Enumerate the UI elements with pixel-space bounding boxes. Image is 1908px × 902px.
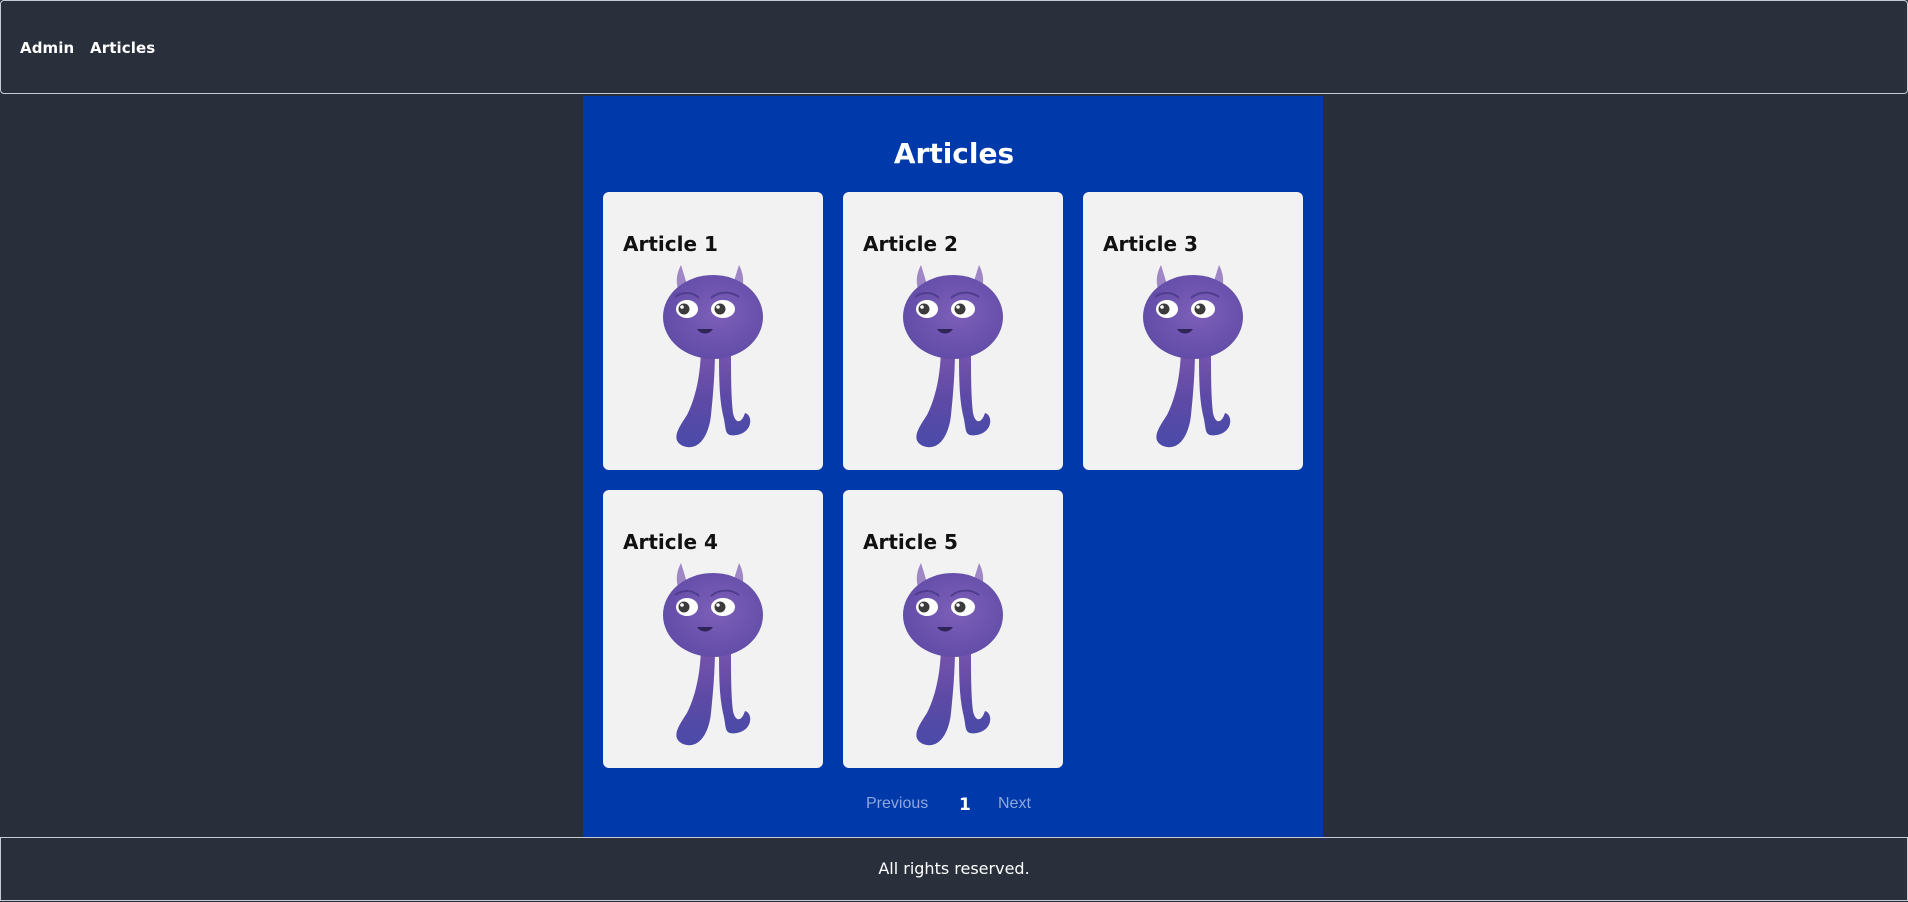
article-card-5[interactable]: Article 5 (843, 490, 1063, 768)
article-title[interactable]: Article 5 (863, 530, 958, 554)
purple-monster-icon (1137, 265, 1249, 448)
nav-link-admin[interactable]: Admin (20, 39, 74, 57)
purple-monster-icon (657, 563, 769, 746)
page-title: Articles (893, 137, 1015, 170)
purple-monster-icon (657, 265, 769, 448)
article-title[interactable]: Article 3 (1103, 232, 1198, 256)
footer-copyright: All rights reserved. (878, 859, 1030, 878)
top-navbar: Admin Articles (0, 0, 1908, 94)
nav-link-articles[interactable]: Articles (90, 39, 155, 57)
current-page-number[interactable]: 1 (959, 795, 971, 815)
next-page-button[interactable]: Next (998, 795, 1031, 813)
article-title[interactable]: Article 2 (863, 232, 958, 256)
article-card-4[interactable]: Article 4 (603, 490, 823, 768)
previous-page-button[interactable]: Previous (866, 795, 928, 813)
article-card-1[interactable]: Article 1 (603, 192, 823, 470)
purple-monster-icon (897, 265, 1009, 448)
article-title[interactable]: Article 1 (623, 232, 718, 256)
article-card-3[interactable]: Article 3 (1083, 192, 1303, 470)
article-title[interactable]: Article 4 (623, 530, 718, 554)
pagination: Previous 1 Next (0, 795, 1908, 819)
article-card-2[interactable]: Article 2 (843, 192, 1063, 470)
purple-monster-icon (897, 563, 1009, 746)
footer: All rights reserved. (0, 837, 1908, 901)
